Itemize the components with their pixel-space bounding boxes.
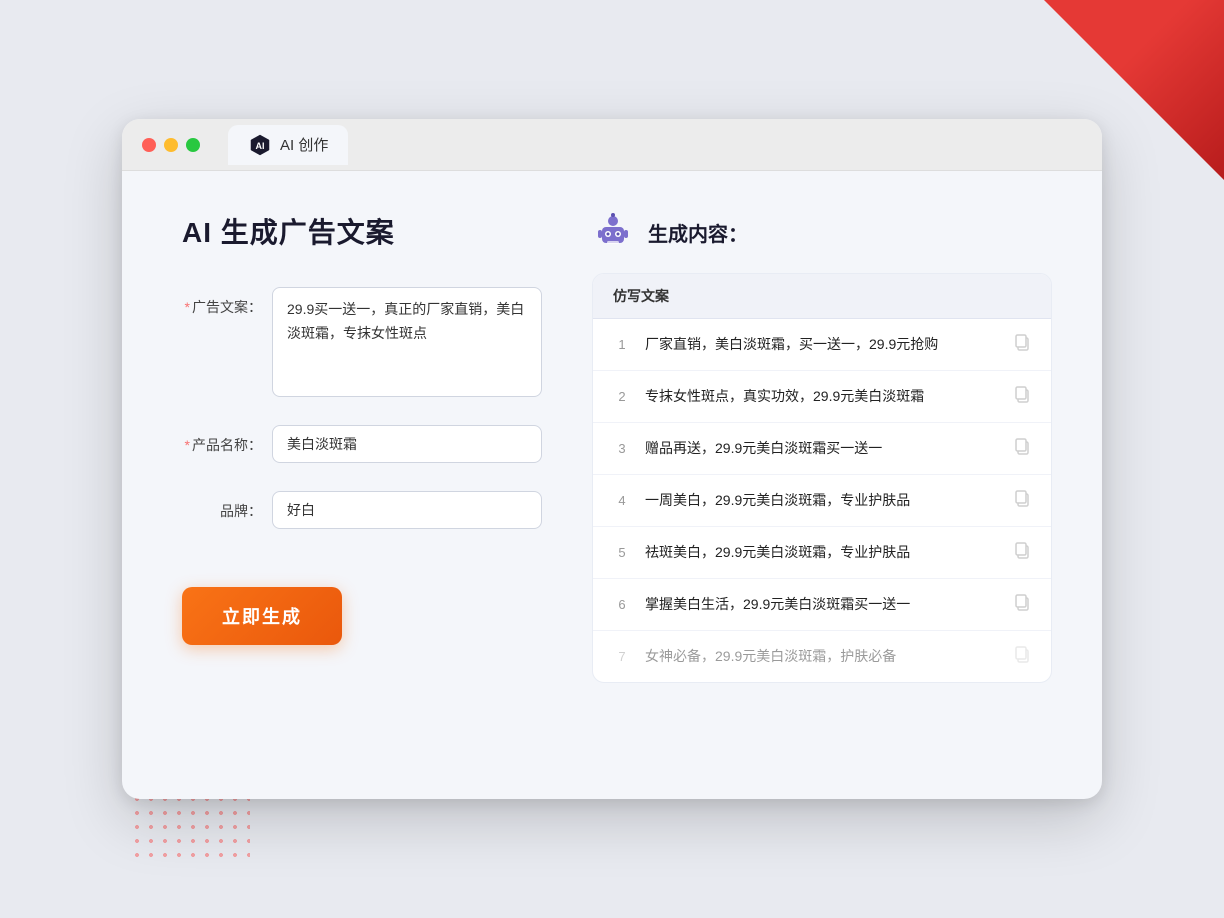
row-text-6: 掌握美白生活，29.9元美白淡斑霜买一送一 — [645, 594, 999, 615]
results-header: 仿写文案 — [593, 274, 1051, 319]
ai-tab-icon: AI — [248, 133, 272, 157]
browser-window: AI AI 创作 AI 生成广告文案 *广告文案： 29.9买一送一，真正的厂家… — [122, 119, 1102, 799]
title-bar: AI AI 创作 — [122, 119, 1102, 171]
brand-input[interactable] — [272, 491, 542, 529]
product-name-input[interactable] — [272, 425, 542, 463]
copy-button-6[interactable] — [1013, 593, 1031, 616]
maximize-button[interactable] — [186, 138, 200, 152]
row-text-5: 祛斑美白，29.9元美白淡斑霜，专业护肤品 — [645, 542, 999, 563]
main-content: AI 生成广告文案 *广告文案： 29.9买一送一，真正的厂家直销，美白淡斑霜，… — [122, 171, 1102, 799]
ad-copy-group: *广告文案： 29.9买一送一，真正的厂家直销，美白淡斑霜，专抹女性斑点 — [182, 287, 542, 397]
results-table: 仿写文案 1 厂家直销，美白淡斑霜，买一送一，29.9元抢购 2 专抹女性斑点，真实功… — [592, 273, 1052, 683]
copy-button-7[interactable] — [1013, 645, 1031, 668]
row-number-3: 3 — [613, 441, 631, 456]
copy-button-3[interactable] — [1013, 437, 1031, 460]
svg-text:AI: AI — [256, 141, 265, 151]
result-row-2: 2 专抹女性斑点，真实功效，29.9元美白淡斑霜 — [593, 371, 1051, 423]
product-name-required: * — [185, 437, 190, 453]
copy-button-4[interactable] — [1013, 489, 1031, 512]
page-title: AI 生成广告文案 — [182, 211, 542, 251]
results-rows-container: 1 厂家直销，美白淡斑霜，买一送一，29.9元抢购 2 专抹女性斑点，真实功效，29.… — [593, 319, 1051, 682]
row-number-1: 1 — [613, 337, 631, 352]
left-panel: AI 生成广告文案 *广告文案： 29.9买一送一，真正的厂家直销，美白淡斑霜，… — [182, 211, 542, 759]
row-text-4: 一周美白，29.9元美白淡斑霜，专业护肤品 — [645, 490, 999, 511]
copy-button-5[interactable] — [1013, 541, 1031, 564]
close-button[interactable] — [142, 138, 156, 152]
result-row-4: 4 一周美白，29.9元美白淡斑霜，专业护肤品 — [593, 475, 1051, 527]
row-number-5: 5 — [613, 545, 631, 560]
right-panel: 生成内容： 仿写文案 1 厂家直销，美白淡斑霜，买一送一，29.9元抢购 2 专抹女性… — [592, 211, 1052, 759]
row-text-2: 专抹女性斑点，真实功效，29.9元美白淡斑霜 — [645, 386, 999, 407]
row-number-7: 7 — [613, 649, 631, 664]
product-name-label: *产品名称： — [182, 425, 262, 455]
product-name-group: *产品名称： — [182, 425, 542, 463]
row-text-7: 女神必备，29.9元美白淡斑霜，护肤必备 — [645, 646, 999, 667]
result-row-3: 3 赠品再送，29.9元美白淡斑霜买一送一 — [593, 423, 1051, 475]
row-number-6: 6 — [613, 597, 631, 612]
result-row-6: 6 掌握美白生活，29.9元美白淡斑霜买一送一 — [593, 579, 1051, 631]
browser-tab[interactable]: AI AI 创作 — [228, 125, 348, 165]
tab-label: AI 创作 — [280, 134, 328, 155]
robot-icon — [592, 211, 634, 253]
copy-button-1[interactable] — [1013, 333, 1031, 356]
minimize-button[interactable] — [164, 138, 178, 152]
result-row-5: 5 祛斑美白，29.9元美白淡斑霜，专业护肤品 — [593, 527, 1051, 579]
brand-group: 品牌： — [182, 491, 542, 529]
brand-label: 品牌： — [182, 491, 262, 521]
row-text-3: 赠品再送，29.9元美白淡斑霜买一送一 — [645, 438, 999, 459]
row-number-2: 2 — [613, 389, 631, 404]
ad-copy-label: *广告文案： — [182, 287, 262, 317]
result-row-1: 1 厂家直销，美白淡斑霜，买一送一，29.9元抢购 — [593, 319, 1051, 371]
ad-copy-input[interactable]: 29.9买一送一，真正的厂家直销，美白淡斑霜，专抹女性斑点 — [272, 287, 542, 397]
right-title: 生成内容： — [648, 218, 748, 247]
right-header: 生成内容： — [592, 211, 1052, 253]
row-text-1: 厂家直销，美白淡斑霜，买一送一，29.9元抢购 — [645, 334, 999, 355]
row-number-4: 4 — [613, 493, 631, 508]
generate-button[interactable]: 立即生成 — [182, 587, 342, 645]
ad-copy-required: * — [185, 299, 190, 315]
result-row-7: 7 女神必备，29.9元美白淡斑霜，护肤必备 — [593, 631, 1051, 682]
traffic-lights — [142, 138, 200, 152]
copy-button-2[interactable] — [1013, 385, 1031, 408]
